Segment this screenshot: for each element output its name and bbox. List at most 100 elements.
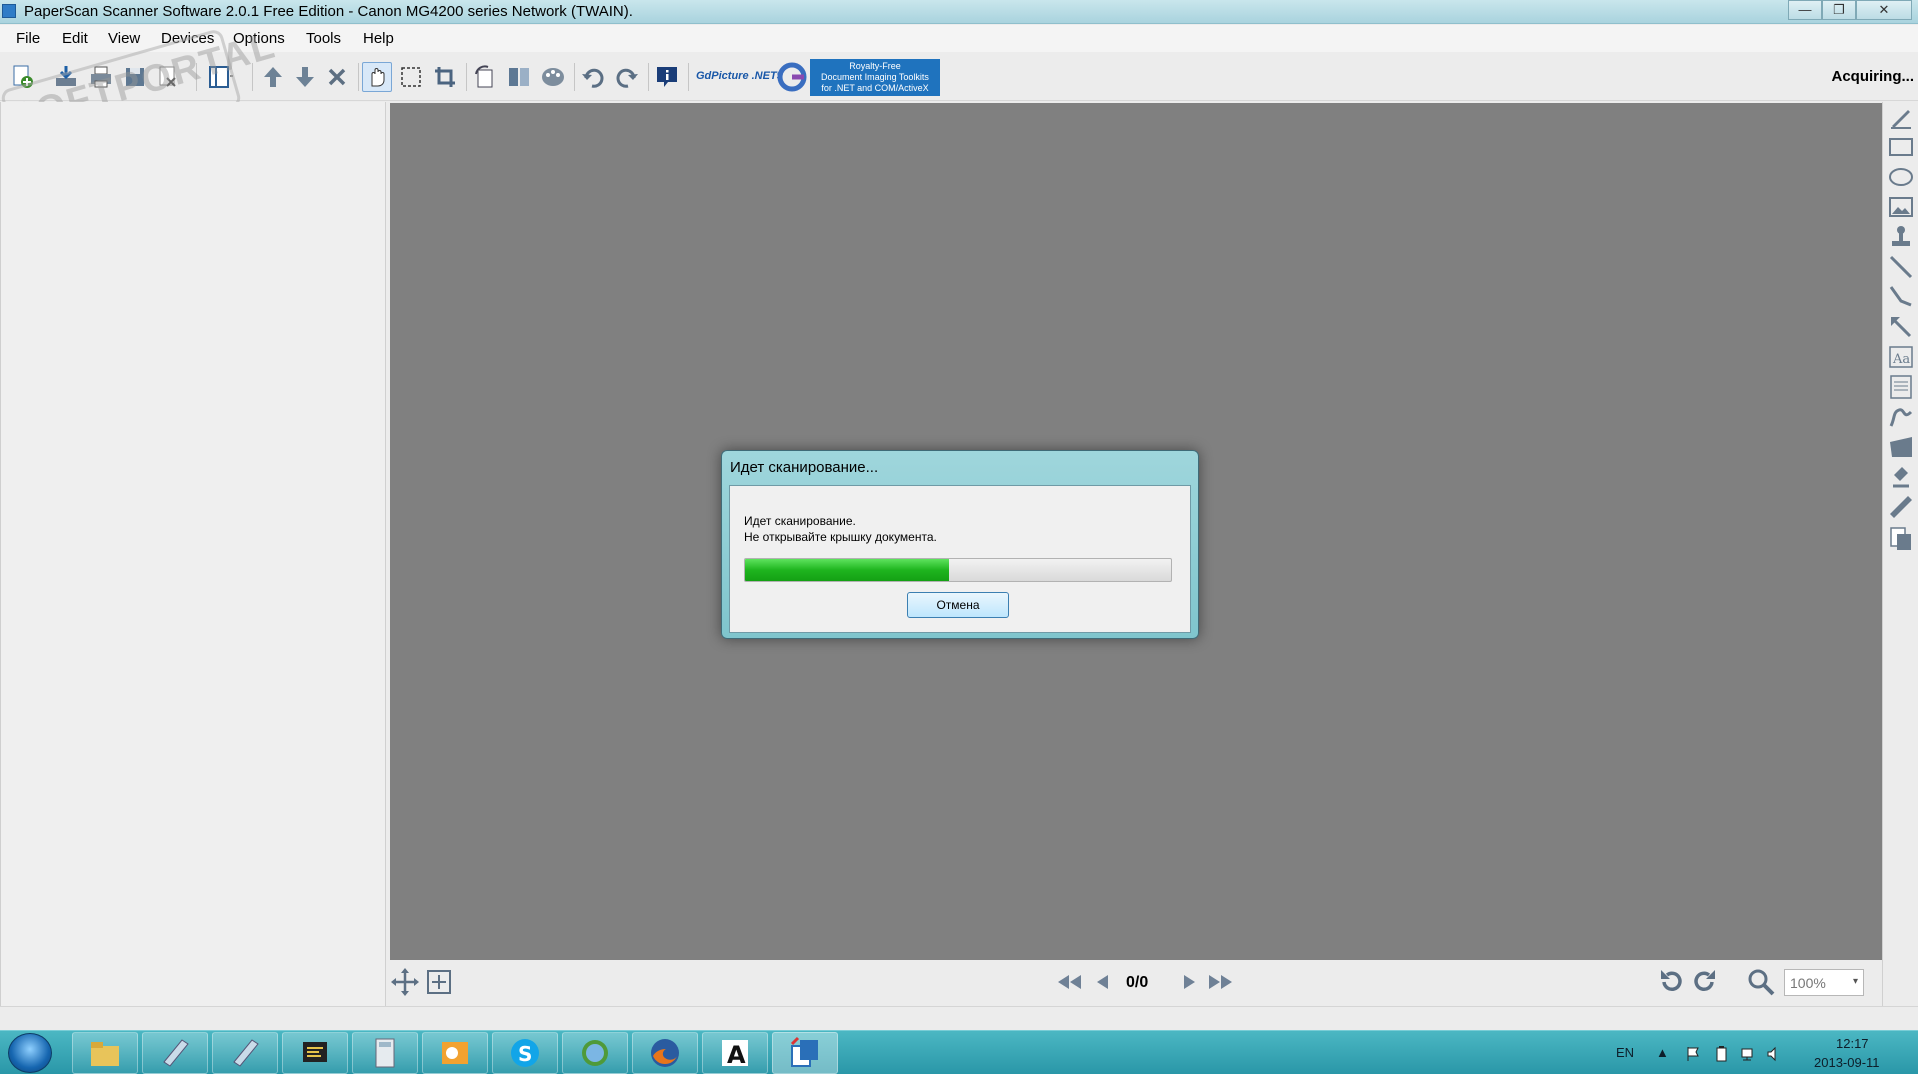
status-strip — [0, 1006, 1918, 1030]
select-area-icon[interactable] — [396, 62, 426, 92]
undo-icon[interactable] — [578, 62, 608, 92]
terminal-icon[interactable] — [282, 1032, 348, 1074]
font-a-icon[interactable]: A — [702, 1032, 768, 1074]
zoom-select[interactable]: 100% ▾ — [1784, 969, 1864, 996]
sticky-note-icon[interactable] — [1888, 374, 1914, 400]
split-icon[interactable] — [504, 62, 534, 92]
ellipse-icon[interactable] — [1888, 164, 1914, 190]
progress-fill — [745, 559, 950, 581]
toolbar-separator — [688, 63, 689, 91]
zoom-icon[interactable] — [1746, 967, 1776, 997]
last-page-icon[interactable] — [1206, 967, 1236, 997]
outlook-icon[interactable] — [422, 1032, 488, 1074]
window-title: PaperScan Scanner Software 2.0.1 Free Ed… — [24, 3, 633, 20]
zoom-value: 100% — [1790, 975, 1826, 991]
redo-icon[interactable] — [612, 62, 642, 92]
fit-page-icon[interactable] — [424, 967, 454, 997]
ad-line-2: Document Imaging Toolkits — [821, 72, 929, 82]
battery-icon[interactable] — [1713, 1046, 1729, 1062]
rotate-left-icon[interactable] — [1656, 967, 1686, 997]
color-palette-icon[interactable] — [538, 62, 568, 92]
pen-icon[interactable] — [1888, 104, 1914, 130]
dialog-body: Идет сканирование. Не открывайте крышку … — [729, 485, 1191, 633]
remove-icon[interactable] — [322, 62, 352, 92]
menu-tools[interactable]: Tools — [306, 30, 341, 47]
polygon-icon[interactable] — [1888, 434, 1914, 460]
menu-view[interactable]: View — [108, 30, 140, 47]
menu-bar: File Edit View Devices Options Tools Hel… — [0, 25, 1918, 52]
windows-taskbar: S A EN ▲ 12:17 2013-09-11 — [0, 1030, 1918, 1074]
toolbar-separator — [466, 63, 467, 91]
action-center-flag-icon[interactable] — [1685, 1046, 1701, 1062]
notepad-alt-icon[interactable] — [212, 1032, 278, 1074]
dialog-message-line1: Идет сканирование. — [744, 514, 856, 528]
rectangle-icon[interactable] — [1888, 134, 1914, 160]
page-counter: 0/0 — [1126, 974, 1149, 991]
info-icon[interactable] — [652, 62, 682, 92]
language-indicator[interactable]: EN — [1616, 1045, 1634, 1060]
previous-page-icon[interactable] — [1088, 967, 1118, 997]
clock-date[interactable]: 2013-09-11 — [1814, 1055, 1880, 1070]
annotation-toolbar: Aa — [1882, 102, 1918, 1006]
ad-line-1: Royalty-Free — [849, 61, 901, 71]
menu-help[interactable]: Help — [363, 30, 394, 47]
viewer-navigation-bar: 0/0 100% ▾ — [388, 960, 1882, 1004]
scan-progress-bar — [744, 558, 1172, 582]
close-button[interactable]: ✕ — [1856, 0, 1912, 20]
ruler-icon[interactable] — [1888, 494, 1914, 520]
dialog-message-line2: Не открывайте крышку документа. — [744, 530, 937, 544]
hand-tool-icon[interactable] — [362, 62, 392, 92]
gdpicture-logo-icon[interactable] — [776, 61, 808, 93]
arrow-icon[interactable] — [1888, 314, 1914, 340]
menu-file[interactable]: File — [16, 30, 40, 47]
freehand-icon[interactable] — [1888, 404, 1914, 430]
image-icon[interactable] — [1888, 194, 1914, 220]
pan-icon[interactable] — [390, 967, 420, 997]
paperscan-icon[interactable] — [772, 1032, 838, 1074]
file-explorer-icon[interactable] — [72, 1032, 138, 1074]
title-bar: PaperScan Scanner Software 2.0.1 Free Ed… — [0, 0, 1918, 24]
line-icon[interactable] — [1888, 254, 1914, 280]
network-icon[interactable] — [1740, 1046, 1756, 1062]
first-page-icon[interactable] — [1054, 967, 1084, 997]
dialog-title: Идет сканирование... — [730, 459, 879, 476]
toolbar-separator — [574, 63, 575, 91]
menu-edit[interactable]: Edit — [62, 30, 88, 47]
start-button[interactable] — [8, 1033, 52, 1073]
stamp-icon[interactable] — [1888, 224, 1914, 250]
app-icon — [2, 4, 16, 18]
firefox-icon[interactable] — [632, 1032, 698, 1074]
scan-progress-dialog: Идет сканирование... Идет сканирование. … — [721, 450, 1199, 639]
network-globe-icon[interactable] — [562, 1032, 628, 1074]
highlighter-icon[interactable] — [1888, 464, 1914, 490]
chevron-down-icon: ▾ — [1852, 976, 1858, 987]
minimize-button[interactable]: — — [1788, 0, 1822, 20]
calculator-icon[interactable] — [352, 1032, 418, 1074]
svg-text:A: A — [727, 1041, 746, 1069]
ad-line-3: for .NET and COM/ActiveX — [821, 83, 929, 93]
skype-icon[interactable]: S — [492, 1032, 558, 1074]
volume-icon[interactable] — [1766, 1046, 1782, 1062]
rotate-right-icon[interactable] — [1690, 967, 1720, 997]
maximize-button[interactable]: ❐ — [1822, 0, 1856, 20]
thumbnail-panel[interactable] — [0, 102, 386, 1006]
svg-text:Aa: Aa — [1892, 352, 1910, 367]
clock-time[interactable]: 12:17 — [1836, 1036, 1869, 1051]
toolbar-separator — [648, 63, 649, 91]
toolbar-separator — [358, 63, 359, 91]
polyline-icon[interactable] — [1888, 284, 1914, 310]
rotate-page-icon[interactable] — [470, 62, 500, 92]
text-icon[interactable]: Aa — [1888, 344, 1914, 370]
next-page-icon[interactable] — [1174, 967, 1204, 997]
move-down-icon[interactable] — [290, 62, 320, 92]
sponsor-ad-banner[interactable]: Royalty-Free Document Imaging Toolkits f… — [810, 59, 940, 96]
show-hidden-icons[interactable]: ▲ — [1656, 1045, 1669, 1060]
gdpicture-brand[interactable]: GdPicture .NET9 — [696, 70, 783, 82]
acquire-status: Acquiring... — [1831, 68, 1915, 85]
cancel-button[interactable]: Отмена — [907, 592, 1009, 618]
crop-icon[interactable] — [430, 62, 460, 92]
notepad-icon[interactable] — [142, 1032, 208, 1074]
svg-text:S: S — [518, 1042, 532, 1066]
annotation-properties-icon[interactable] — [1888, 526, 1914, 552]
main-toolbar: GdPicture .NET9 Royalty-Free Document Im… — [0, 53, 1918, 101]
